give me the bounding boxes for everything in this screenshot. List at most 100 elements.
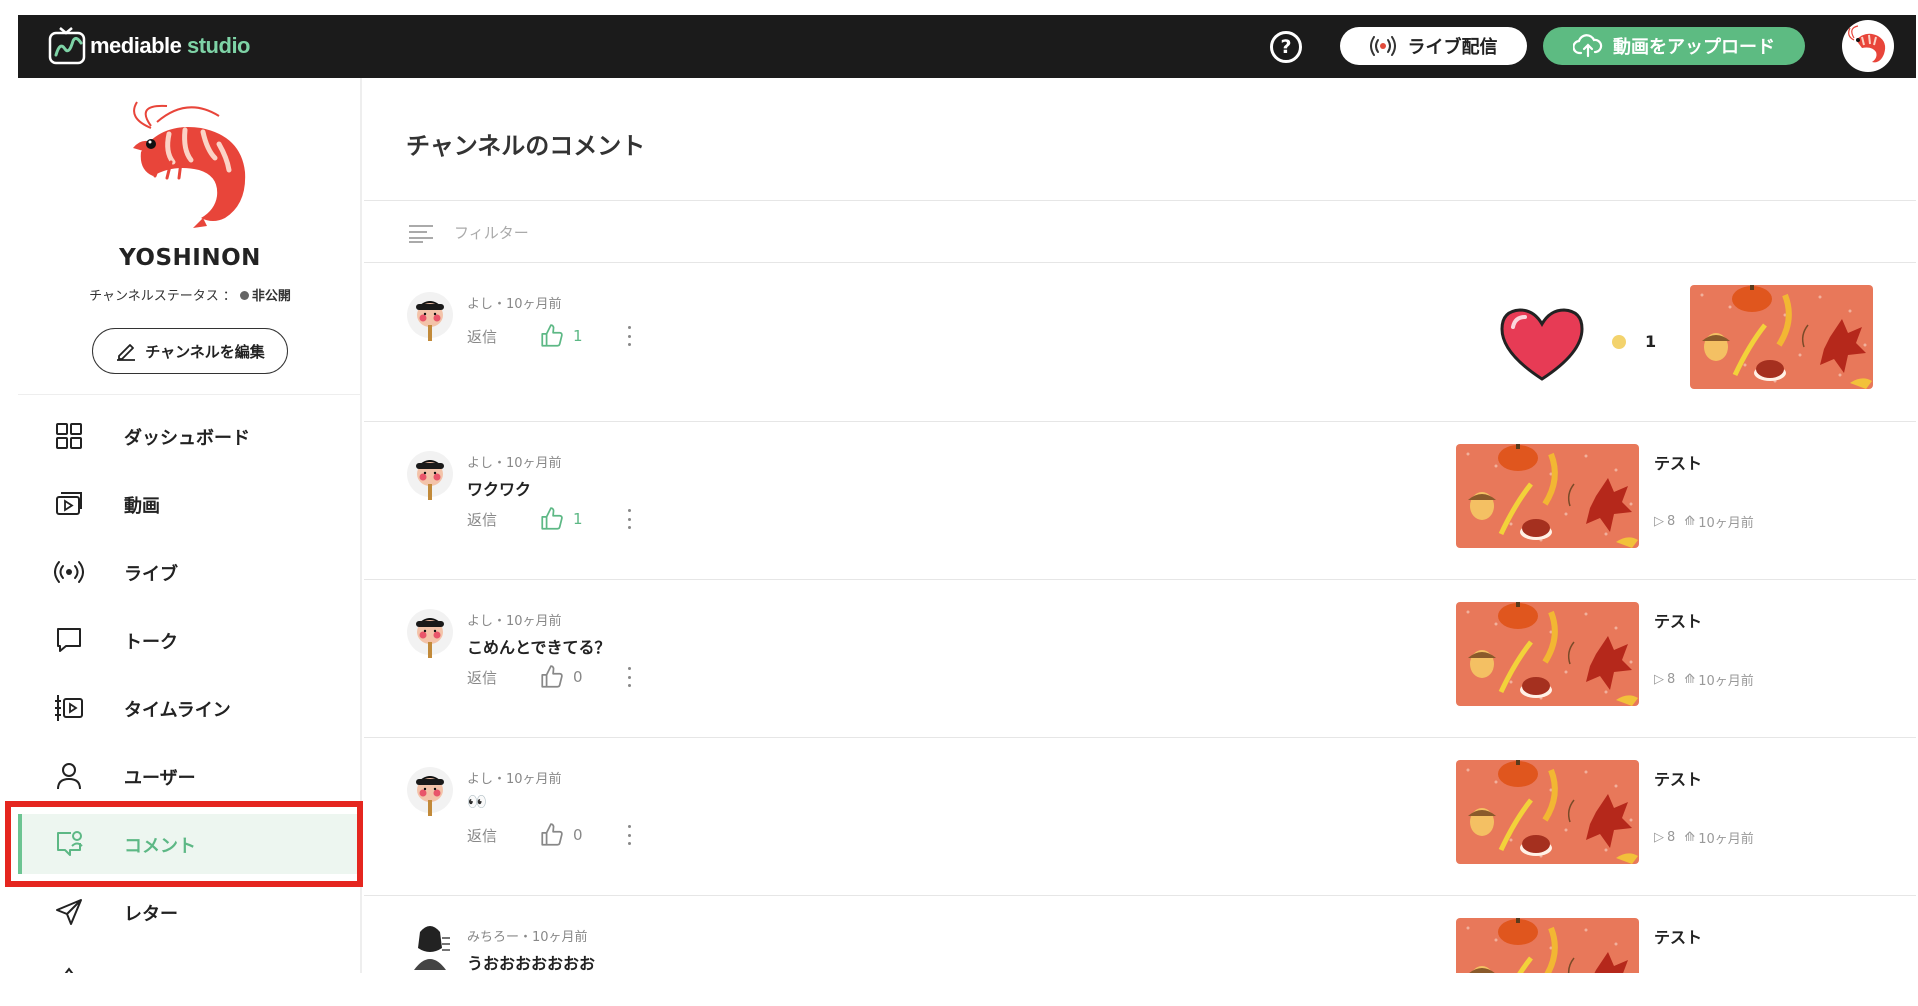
- dashboard-icon: [56, 423, 82, 449]
- logo-icon: [48, 27, 86, 65]
- edit-channel-button[interactable]: チャンネルを編集: [92, 328, 288, 374]
- view-count: 8: [1667, 514, 1676, 529]
- sidebar-item-label: ダッシュボード: [124, 428, 250, 449]
- video-title[interactable]: テスト: [1654, 766, 1702, 790]
- like-button[interactable]: 1: [539, 323, 583, 349]
- shrimp-icon: [1848, 25, 1886, 63]
- comment-text: こめんとできてる？: [467, 638, 611, 657]
- heart-gift-icon: [1500, 308, 1584, 381]
- like-button[interactable]: 0: [539, 664, 583, 690]
- video-thumbnail[interactable]: [1456, 760, 1639, 864]
- reply-button[interactable]: 返信: [467, 825, 497, 846]
- upload-date: 10ヶ月前: [1698, 832, 1754, 847]
- reply-button[interactable]: 返信: [467, 326, 497, 347]
- comment-meta: よし・10ヶ月前: [467, 297, 562, 312]
- sidebar-divider: [18, 394, 362, 395]
- sidebar-item-letters[interactable]: レター: [18, 882, 362, 942]
- video-title[interactable]: テスト: [1654, 450, 1702, 474]
- video-stats: ▷ 8 ⟰ 10ヶ月前: [1654, 670, 1754, 689]
- like-button[interactable]: 1: [539, 506, 583, 532]
- more-options-icon[interactable]: [627, 509, 633, 529]
- main-content: チャンネルのコメント フィルター よし・10ヶ月前 返信 1 1 よし・10ヶ月…: [364, 78, 1916, 973]
- video-thumbnail[interactable]: [1690, 285, 1873, 389]
- comment-actions: 返信 0: [467, 822, 633, 848]
- upload-date-icon: ⟰: [1684, 830, 1696, 845]
- channel-status-label: チャンネルステータス ：: [89, 289, 236, 304]
- commenter-avatar[interactable]: [406, 918, 454, 970]
- talk-icon: [57, 628, 81, 652]
- play-icon: ▷: [1654, 672, 1664, 687]
- filter-button[interactable]: フィルター: [454, 222, 529, 243]
- sidebar-item-dashboard[interactable]: ダッシュボード: [18, 406, 362, 466]
- upload-date-icon: ⟰: [1684, 672, 1696, 687]
- sidebar-item-live[interactable]: ライブ: [18, 542, 362, 602]
- page-title: チャンネルのコメント: [406, 132, 646, 160]
- more-options-icon[interactable]: [627, 825, 633, 845]
- thumbs-up-icon: [539, 664, 565, 690]
- more-options-icon[interactable]: [627, 667, 633, 687]
- sidebar-item-more[interactable]: [18, 950, 362, 973]
- reply-button[interactable]: 返信: [467, 667, 497, 688]
- comment-actions: 返信 0: [467, 664, 633, 690]
- letter-icon: [56, 899, 82, 925]
- upload-video-button[interactable]: 動画をアップロード: [1543, 27, 1805, 65]
- commenter-avatar[interactable]: [406, 608, 454, 660]
- user-icon: [57, 763, 81, 790]
- sidebar-item-label: トーク: [124, 632, 178, 653]
- sidebar-item-label: タイムライン: [124, 700, 231, 721]
- comment-meta: よし・10ヶ月前: [467, 772, 562, 787]
- sidebar-item-videos[interactable]: 動画: [18, 474, 362, 534]
- video-stats: ▷ 8 ⟰ 10ヶ月前: [1654, 512, 1754, 531]
- video-thumbnail[interactable]: [1456, 918, 1639, 973]
- coin-icon: [1612, 335, 1626, 349]
- edit-channel-label: チャンネルを編集: [145, 342, 265, 361]
- filter-icon[interactable]: [408, 223, 434, 243]
- sidebar-item-talk[interactable]: トーク: [18, 610, 362, 670]
- sidebar-item-label: 動画: [124, 496, 160, 517]
- gift-count: 1: [1645, 332, 1657, 351]
- video-stats: ▷ 8 ⟰ 10ヶ月前: [1654, 828, 1754, 847]
- like-button[interactable]: 0: [539, 822, 583, 848]
- video-thumbnail[interactable]: [1456, 444, 1639, 548]
- help-icon[interactable]: ?: [1270, 31, 1302, 63]
- timeline-icon: [55, 695, 83, 721]
- commenter-avatar[interactable]: [406, 766, 454, 818]
- comment-row: よし・10ヶ月前 こめんとできてる？ 返信 0 テスト ▷ 8 ⟰ 10ヶ月前: [364, 580, 1916, 738]
- video-title[interactable]: テスト: [1654, 924, 1702, 948]
- upload-video-label: 動画をアップロード: [1613, 37, 1775, 58]
- comment-meta: よし・10ヶ月前: [467, 614, 562, 629]
- logo-text: mediable: [90, 33, 182, 58]
- comment-text: 👀: [467, 792, 487, 811]
- video-title[interactable]: テスト: [1654, 608, 1702, 632]
- status-dot-icon: [239, 291, 249, 300]
- comment-row: よし・10ヶ月前 👀 返信 0 テスト ▷ 8 ⟰ 10ヶ月前: [364, 738, 1916, 896]
- reply-button[interactable]: 返信: [467, 509, 497, 530]
- sidebar-item-label: ライブ: [124, 564, 178, 585]
- account-avatar[interactable]: [1842, 20, 1894, 72]
- like-count: 1: [573, 510, 583, 528]
- play-icon: ▷: [1654, 830, 1664, 845]
- live-stream-label: ライブ配信: [1407, 37, 1498, 58]
- commenter-avatar[interactable]: [406, 450, 454, 502]
- comment-row: よし・10ヶ月前 ワクワク 返信 1 テスト ▷ 8 ⟰ 10ヶ月前: [364, 422, 1916, 580]
- thumbs-up-icon: [539, 822, 565, 848]
- like-count: 0: [573, 668, 583, 686]
- thumbs-up-icon: [539, 506, 565, 532]
- logo-accent-text: studio: [187, 33, 251, 58]
- app-logo[interactable]: mediable studio: [48, 25, 251, 67]
- highlight-annotation-box: [5, 801, 363, 887]
- live-stream-button[interactable]: ライブ配信: [1340, 27, 1527, 65]
- video-thumbnail[interactable]: [1456, 602, 1639, 706]
- sidebar-item-timeline[interactable]: タイムライン: [18, 678, 362, 738]
- sidebar-item-label: レター: [124, 904, 178, 925]
- more-options-icon[interactable]: [627, 326, 633, 346]
- divider: [364, 200, 1916, 201]
- broadcast-icon: [1369, 36, 1396, 56]
- play-icon: ▷: [1654, 514, 1664, 529]
- sidebar-item-users[interactable]: ユーザー: [18, 746, 362, 806]
- sidebar-item-label: ユーザー: [124, 768, 196, 789]
- channel-avatar-shrimp-icon: [133, 101, 246, 228]
- like-count: 1: [573, 327, 583, 345]
- commenter-avatar[interactable]: [406, 291, 454, 343]
- like-count: 0: [573, 826, 583, 844]
